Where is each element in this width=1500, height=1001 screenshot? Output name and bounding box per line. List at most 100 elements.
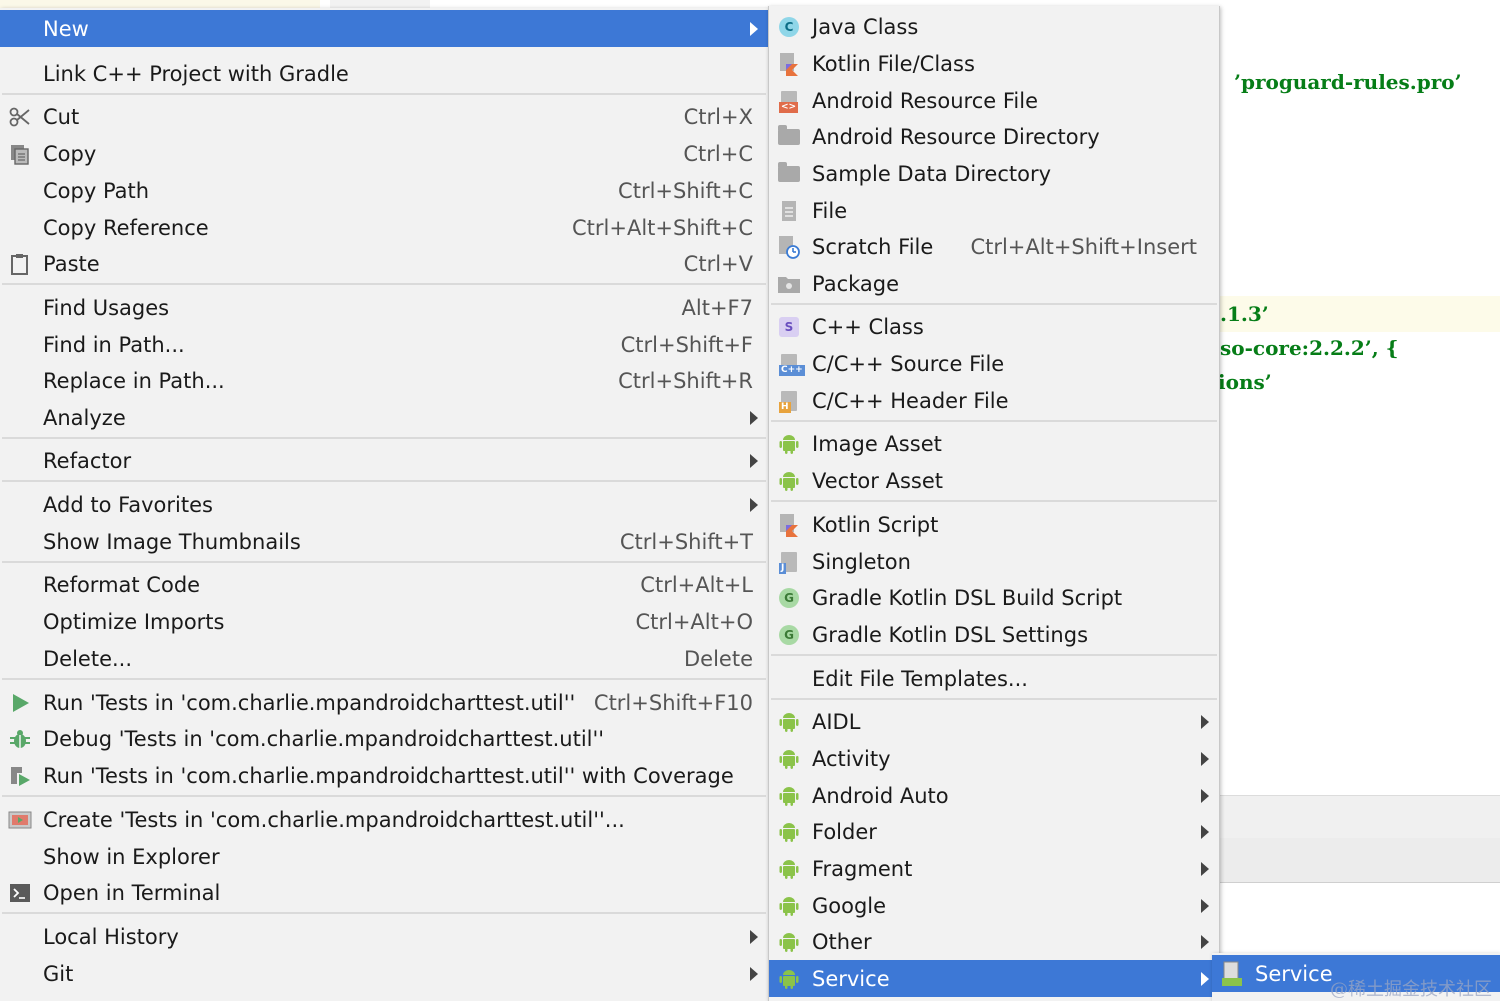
- menu-item-label: Folder: [812, 819, 877, 844]
- menu-item-gradle-kotlin-dsl-build-script[interactable]: G Gradle Kotlin DSL Build Script: [769, 579, 1219, 616]
- menu-item-debug-tests[interactable]: Debug 'Tests in 'com.charlie.mpandroidch…: [0, 720, 768, 757]
- menu-item-label: Analyze: [43, 405, 126, 430]
- menu-item-copy[interactable]: Copy Ctrl+C: [0, 135, 768, 172]
- copy-icon: [8, 142, 32, 166]
- menu-item-java-class[interactable]: C Java Class: [769, 8, 1219, 45]
- menu-item-label: Kotlin Script: [812, 512, 939, 537]
- editor-tab-strip: [0, 0, 320, 8]
- menu-item-label: Package: [812, 271, 900, 296]
- menu-item-copy-reference[interactable]: Copy Reference Ctrl+Alt+Shift+C: [0, 209, 768, 246]
- menu-item-paste[interactable]: Paste Ctrl+V: [0, 245, 768, 282]
- menu-item-create-tests[interactable]: Create 'Tests in 'com.charlie.mpandroidc…: [0, 801, 768, 838]
- android-icon: [777, 432, 801, 456]
- menu-item-shortcut: Ctrl+Shift+F10: [593, 690, 753, 715]
- menu-item-new[interactable]: New: [0, 10, 768, 47]
- android-icon: [777, 784, 801, 808]
- menu-item-label: Local History: [43, 924, 179, 949]
- menu-item-kotlin-file-class[interactable]: Kotlin File/Class: [769, 45, 1219, 82]
- menu-item-find-usages[interactable]: Find Usages Alt+F7: [0, 289, 768, 326]
- menu-item-local-history[interactable]: Local History: [0, 918, 768, 955]
- menu-item-gradle-kotlin-dsl-settings[interactable]: G Gradle Kotlin DSL Settings: [769, 616, 1219, 653]
- menu-item-label: Git: [43, 961, 74, 986]
- menu-item-label: AIDL: [812, 709, 861, 734]
- menu-item-copy-path[interactable]: Copy Path Ctrl+Shift+C: [0, 172, 768, 209]
- submenu-arrow-icon: [1201, 898, 1209, 913]
- menu-item-refactor[interactable]: Refactor: [0, 442, 768, 479]
- menu-item-label: Singleton: [812, 549, 911, 574]
- menu-item-label: Edit File Templates...: [812, 666, 1028, 691]
- menu-item-singleton[interactable]: J Singleton: [769, 543, 1219, 580]
- submenu-arrow-icon: [750, 929, 758, 944]
- tool-window-panel: [1218, 838, 1500, 883]
- menu-item-find-in-path[interactable]: Find in Path... Ctrl+Shift+F: [0, 326, 768, 363]
- menu-item-cpp-header-file[interactable]: H C/C++ Header File: [769, 382, 1219, 419]
- menu-item-cpp-source-file[interactable]: C++ C/C++ Source File: [769, 345, 1219, 382]
- menu-item-label: Replace in Path...: [43, 368, 225, 393]
- menu-item-service[interactable]: Service: [769, 960, 1219, 997]
- menu-item-label: Image Asset: [812, 431, 942, 456]
- menu-item-kotlin-script[interactable]: Kotlin Script: [769, 506, 1219, 543]
- menu-separator: [771, 698, 1217, 700]
- menu-item-label: Android Resource Directory: [812, 124, 1100, 149]
- menu-item-label: Fragment: [812, 856, 913, 881]
- menu-item-label: Reformat Code: [43, 572, 201, 597]
- menu-item-git[interactable]: Git: [0, 955, 768, 992]
- clipboard-icon: [8, 252, 32, 276]
- menu-item-show-image-thumbnails[interactable]: Show Image Thumbnails Ctrl+Shift+T: [0, 523, 768, 560]
- menu-item-replace-in-path[interactable]: Replace in Path... Ctrl+Shift+R: [0, 362, 768, 399]
- cpp-source-icon: C++: [777, 352, 805, 376]
- menu-item-label: Service: [1255, 961, 1333, 986]
- menu-item-android-resource-file[interactable]: <> Android Resource File: [769, 82, 1219, 119]
- menu-item-cpp-class[interactable]: S C++ Class: [769, 308, 1219, 345]
- menu-item-folder[interactable]: Folder: [769, 813, 1219, 850]
- code-line: ions’: [1218, 370, 1272, 394]
- menu-item-file[interactable]: File: [769, 192, 1219, 229]
- new-submenu: C Java Class Kotlin File/Class <> Androi…: [768, 6, 1220, 1001]
- menu-item-shortcut: Ctrl+Shift+T: [619, 529, 753, 554]
- scissors-icon: [8, 105, 32, 129]
- menu-item-sample-data-directory[interactable]: Sample Data Directory: [769, 155, 1219, 192]
- menu-item-label: Add to Favorites: [43, 492, 213, 517]
- menu-item-optimize-imports[interactable]: Optimize Imports Ctrl+Alt+O: [0, 603, 768, 640]
- menu-item-add-to-favorites[interactable]: Add to Favorites: [0, 486, 768, 523]
- menu-item-fragment[interactable]: Fragment: [769, 850, 1219, 887]
- menu-separator: [771, 654, 1217, 656]
- menu-item-activity[interactable]: Activity: [769, 740, 1219, 777]
- menu-item-aidl[interactable]: AIDL: [769, 703, 1219, 740]
- menu-item-analyze[interactable]: Analyze: [0, 399, 768, 436]
- menu-item-open-in-terminal[interactable]: Open in Terminal: [0, 874, 768, 911]
- folder-icon: [777, 161, 801, 186]
- menu-item-package[interactable]: Package: [769, 265, 1219, 302]
- submenu-arrow-icon: [1201, 861, 1209, 876]
- menu-item-label: Scratch File: [812, 234, 934, 259]
- menu-item-android-resource-directory[interactable]: Android Resource Directory: [769, 118, 1219, 155]
- menu-item-vector-asset[interactable]: Vector Asset: [769, 462, 1219, 499]
- menu-item-image-asset[interactable]: Image Asset: [769, 425, 1219, 462]
- menu-item-scratch-file[interactable]: Scratch File Ctrl+Alt+Shift+Insert: [769, 228, 1219, 265]
- menu-item-show-in-explorer[interactable]: Show in Explorer: [0, 838, 768, 875]
- submenu-arrow-icon: [750, 497, 758, 512]
- menu-item-label: Link C++ Project with Gradle: [43, 61, 349, 86]
- menu-item-label: Run 'Tests in 'com.charlie.mpandroidchar…: [43, 690, 576, 715]
- menu-separator: [2, 93, 766, 95]
- menu-item-run-tests[interactable]: Run 'Tests in 'com.charlie.mpandroidchar…: [0, 684, 768, 721]
- android-icon: [777, 747, 801, 771]
- menu-item-label: Paste: [43, 251, 100, 276]
- menu-item-reformat-code[interactable]: Reformat Code Ctrl+Alt+L: [0, 566, 768, 603]
- menu-item-run-with-coverage[interactable]: Run 'Tests in 'com.charlie.mpandroidchar…: [0, 757, 768, 794]
- submenu-arrow-icon: [1201, 934, 1209, 949]
- menu-item-label: Refactor: [43, 448, 132, 473]
- menu-item-other[interactable]: Other: [769, 923, 1219, 960]
- menu-separator: [771, 500, 1217, 502]
- menu-item-edit-file-templates[interactable]: Edit File Templates...: [769, 660, 1219, 697]
- menu-item-shortcut: Ctrl+X: [683, 104, 753, 129]
- cpp-class-icon: S: [777, 315, 801, 339]
- menu-item-label: Other: [812, 929, 872, 954]
- menu-item-cut[interactable]: Cut Ctrl+X: [0, 98, 768, 135]
- menu-item-delete[interactable]: Delete... Delete: [0, 640, 768, 677]
- code-line: .1.3’: [1220, 302, 1269, 326]
- menu-item-link-cpp-project[interactable]: Link C++ Project with Gradle: [0, 55, 768, 92]
- menu-item-google[interactable]: Google: [769, 887, 1219, 924]
- menu-item-android-auto[interactable]: Android Auto: [769, 777, 1219, 814]
- android-icon: [777, 857, 801, 881]
